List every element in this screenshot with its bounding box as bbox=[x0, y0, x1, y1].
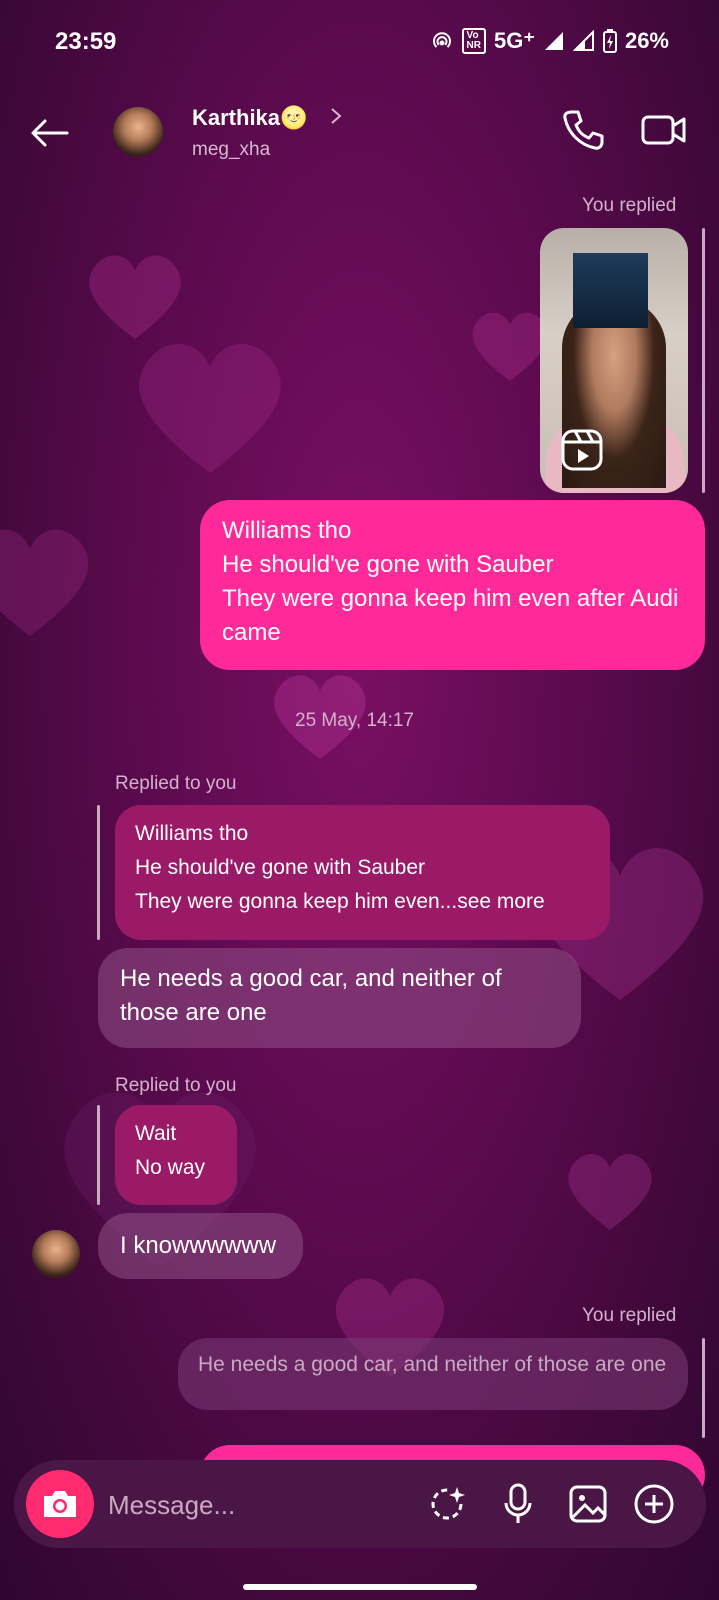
reply-indicator bbox=[97, 1105, 100, 1205]
sticker-button[interactable] bbox=[426, 1482, 470, 1526]
received-message[interactable]: He needs a good car, and neither of thos… bbox=[98, 948, 581, 1048]
signal-icon bbox=[572, 30, 594, 51]
voice-message-button[interactable] bbox=[496, 1482, 540, 1526]
quoted-message[interactable]: Williams tho He should've gone with Saub… bbox=[115, 805, 610, 940]
camera-button[interactable] bbox=[26, 1470, 94, 1538]
avatar[interactable] bbox=[113, 107, 163, 157]
message-input[interactable] bbox=[106, 1484, 410, 1526]
status-time: 23:59 bbox=[55, 28, 117, 55]
voice-call-button[interactable] bbox=[560, 107, 606, 153]
phone-icon bbox=[563, 110, 604, 150]
home-indicator[interactable] bbox=[243, 1584, 477, 1590]
camera-icon bbox=[44, 1491, 76, 1517]
reel-icon bbox=[561, 429, 603, 471]
reel-inset-image bbox=[573, 253, 648, 328]
gallery-icon bbox=[569, 1485, 607, 1523]
battery-level: 26% bbox=[624, 28, 669, 53]
reply-indicator bbox=[702, 1338, 705, 1438]
contact-username[interactable]: meg_xha bbox=[192, 139, 270, 161]
received-message[interactable]: I knowwwwww bbox=[98, 1213, 303, 1279]
more-button[interactable] bbox=[632, 1482, 676, 1526]
volte-bottom: NR bbox=[466, 40, 481, 51]
mic-icon bbox=[504, 1483, 532, 1523]
plus-icon bbox=[634, 1484, 674, 1524]
video-icon bbox=[641, 115, 686, 145]
hotspot-icon bbox=[432, 32, 451, 48]
replied-to-you-label: Replied to you bbox=[115, 773, 237, 794]
network-type: 5G⁺ bbox=[493, 28, 535, 53]
back-arrow-icon bbox=[31, 119, 69, 147]
message-composer bbox=[14, 1460, 706, 1548]
sent-message[interactable]: Williams tho He should've gone with Saub… bbox=[200, 500, 705, 670]
you-replied-label: You replied bbox=[582, 1305, 677, 1326]
sticker-icon bbox=[431, 1487, 465, 1520]
battery-icon bbox=[602, 29, 617, 53]
heart-decoration bbox=[0, 529, 89, 636]
heart-decoration bbox=[139, 343, 281, 473]
gallery-button[interactable] bbox=[566, 1482, 610, 1526]
chevron-right-icon bbox=[330, 107, 342, 130]
heart-decoration bbox=[568, 1154, 652, 1230]
timestamp: 25 May, 14:17 bbox=[295, 710, 415, 731]
volte-icon: Vo NR bbox=[461, 28, 486, 54]
contact-name[interactable]: Karthika🌝 bbox=[192, 105, 307, 131]
shared-reel[interactable] bbox=[540, 228, 688, 493]
replied-to-you-label: Replied to you bbox=[115, 1075, 237, 1096]
reply-indicator bbox=[702, 228, 705, 493]
chat-header: Karthika🌝 meg_xha bbox=[0, 95, 719, 175]
contact-avatar[interactable] bbox=[32, 1230, 80, 1278]
quoted-message[interactable]: Wait No way bbox=[115, 1105, 237, 1205]
signal-icon bbox=[544, 32, 563, 50]
video-call-button[interactable] bbox=[640, 107, 688, 153]
you-replied-label: You replied bbox=[582, 195, 677, 216]
quoted-message[interactable]: He needs a good car, and neither of thos… bbox=[178, 1338, 688, 1410]
status-bar: 23:59 Vo NR 5G⁺ 26% bbox=[0, 0, 719, 90]
back-button[interactable] bbox=[25, 109, 73, 157]
status-icons: Vo NR 5G⁺ 26% bbox=[430, 28, 669, 54]
reply-indicator bbox=[97, 805, 100, 940]
